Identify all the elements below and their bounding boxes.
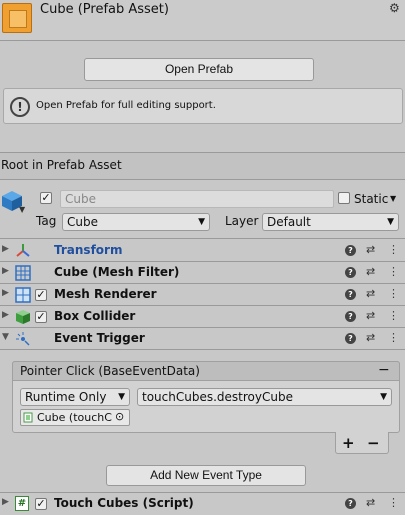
enabled-checkbox[interactable]: ✓ xyxy=(35,289,47,301)
layer-label: Layer xyxy=(225,214,259,228)
component-transform[interactable]: ▶ Transform ? ⇄ ⋮ xyxy=(0,240,405,262)
chevron-down-icon: ▼ xyxy=(387,217,394,227)
active-checkbox[interactable]: ✓ xyxy=(40,192,52,204)
info-icon: ! xyxy=(10,97,30,117)
component-label[interactable]: Transform xyxy=(54,243,122,257)
fold-arrow-icon[interactable]: ▶ xyxy=(2,497,9,507)
component-mesh-filter[interactable]: ▶ Cube (Mesh Filter) ? ⇄ ⋮ xyxy=(0,262,405,284)
component-mesh-renderer[interactable]: ▶ ✓ Mesh Renderer ? ⇄ ⋮ xyxy=(0,284,405,306)
gameobject-name-field[interactable]: Cube xyxy=(60,190,334,208)
layer-value: Default xyxy=(267,215,311,229)
help-icon[interactable]: ? xyxy=(345,333,356,344)
tag-dropdown[interactable]: Cube ▼ xyxy=(62,213,210,231)
component-label[interactable]: Mesh Renderer xyxy=(54,287,157,301)
remove-entry-button[interactable]: − xyxy=(378,362,390,378)
transform-icon xyxy=(16,244,30,257)
chevron-down-icon: ▼ xyxy=(380,392,387,402)
mesh-filter-icon xyxy=(15,265,31,281)
preset-icon[interactable]: ⇄ xyxy=(366,309,375,322)
context-menu-icon[interactable]: ⋮ xyxy=(388,496,399,509)
divider xyxy=(0,40,405,41)
prefab-icon xyxy=(23,412,33,423)
prefab-cube-icon xyxy=(2,3,32,33)
component-label[interactable]: Touch Cubes (Script) xyxy=(54,496,194,510)
script-icon: # xyxy=(15,496,29,511)
preset-icon[interactable]: ⇄ xyxy=(366,331,375,344)
fold-arrow-icon[interactable]: ▶ xyxy=(2,310,9,320)
layer-dropdown[interactable]: Default ▼ xyxy=(262,213,399,231)
runtime-value: Runtime Only xyxy=(25,390,107,404)
divider xyxy=(0,238,405,239)
chevron-down-icon: ▼ xyxy=(198,217,205,227)
preset-icon[interactable]: ⇄ xyxy=(366,243,375,256)
divider xyxy=(0,349,405,350)
function-dropdown[interactable]: touchCubes.destroyCube ▼ xyxy=(137,388,392,406)
static-label[interactable]: Static xyxy=(354,192,388,206)
open-prefab-button[interactable]: Open Prefab xyxy=(84,58,314,81)
component-label[interactable]: Event Trigger xyxy=(54,331,145,345)
component-label[interactable]: Box Collider xyxy=(54,309,135,323)
static-dropdown-icon[interactable]: ▼ xyxy=(390,194,396,203)
chevron-down-icon[interactable]: ▼ xyxy=(19,205,25,214)
context-menu-icon[interactable]: ⋮ xyxy=(388,265,399,278)
preset-icon[interactable]: ⇄ xyxy=(366,496,375,509)
help-icon[interactable]: ? xyxy=(345,498,356,509)
help-icon[interactable]: ? xyxy=(345,245,356,256)
context-menu-icon[interactable]: ⋮ xyxy=(388,243,399,256)
object-picker-icon[interactable]: ⊙ xyxy=(115,410,124,423)
fold-arrow-icon[interactable]: ▼ xyxy=(2,332,9,342)
help-icon[interactable]: ? xyxy=(345,267,356,278)
context-menu-icon[interactable]: ⋮ xyxy=(388,287,399,300)
runtime-dropdown[interactable]: Runtime Only ▼ xyxy=(20,388,130,406)
chevron-down-icon: ▼ xyxy=(118,392,125,402)
fold-arrow-icon[interactable]: ▶ xyxy=(2,288,9,298)
object-value: Cube (touchC xyxy=(37,411,112,424)
mesh-renderer-icon xyxy=(15,287,31,303)
context-menu-icon[interactable]: ⋮ xyxy=(388,331,399,344)
fold-arrow-icon[interactable]: ▶ xyxy=(2,244,9,254)
object-field[interactable]: Cube (touchC xyxy=(20,409,130,426)
box-collider-icon xyxy=(16,310,30,324)
enabled-checkbox[interactable]: ✓ xyxy=(35,498,47,510)
component-label[interactable]: Cube (Mesh Filter) xyxy=(54,265,179,279)
inspector-title: Cube (Prefab Asset) xyxy=(40,2,169,17)
fold-arrow-icon[interactable]: ▶ xyxy=(2,266,9,276)
enabled-checkbox[interactable]: ✓ xyxy=(35,311,47,323)
help-icon[interactable]: ? xyxy=(345,311,356,322)
help-text: Open Prefab for full editing support. xyxy=(36,100,216,111)
gear-icon[interactable]: ⚙ xyxy=(389,1,400,15)
component-box-collider[interactable]: ▶ ✓ Box Collider ? ⇄ ⋮ xyxy=(0,306,405,328)
static-checkbox[interactable] xyxy=(338,192,350,204)
help-box: ! Open Prefab for full editing support. xyxy=(3,88,403,124)
event-trigger-icon xyxy=(16,332,30,346)
root-label: Root in Prefab Asset xyxy=(1,158,122,172)
remove-listener-button[interactable]: − xyxy=(367,434,380,452)
help-icon[interactable]: ? xyxy=(345,289,356,300)
tag-label: Tag xyxy=(36,214,57,228)
event-entry-label: Pointer Click (BaseEventData) xyxy=(20,364,200,378)
add-new-event-type-button[interactable]: Add New Event Type xyxy=(106,465,306,486)
divider xyxy=(0,179,405,180)
component-event-trigger[interactable]: ▼ Event Trigger ? ⇄ ⋮ xyxy=(0,328,405,350)
tag-value: Cube xyxy=(67,215,98,229)
preset-icon[interactable]: ⇄ xyxy=(366,265,375,278)
context-menu-icon[interactable]: ⋮ xyxy=(388,309,399,322)
component-touch-cubes-script[interactable]: ▶ # ✓ Touch Cubes (Script) ? ⇄ ⋮ xyxy=(0,493,405,515)
add-listener-button[interactable]: + xyxy=(342,434,355,452)
function-value: touchCubes.destroyCube xyxy=(142,390,293,404)
preset-icon[interactable]: ⇄ xyxy=(366,287,375,300)
